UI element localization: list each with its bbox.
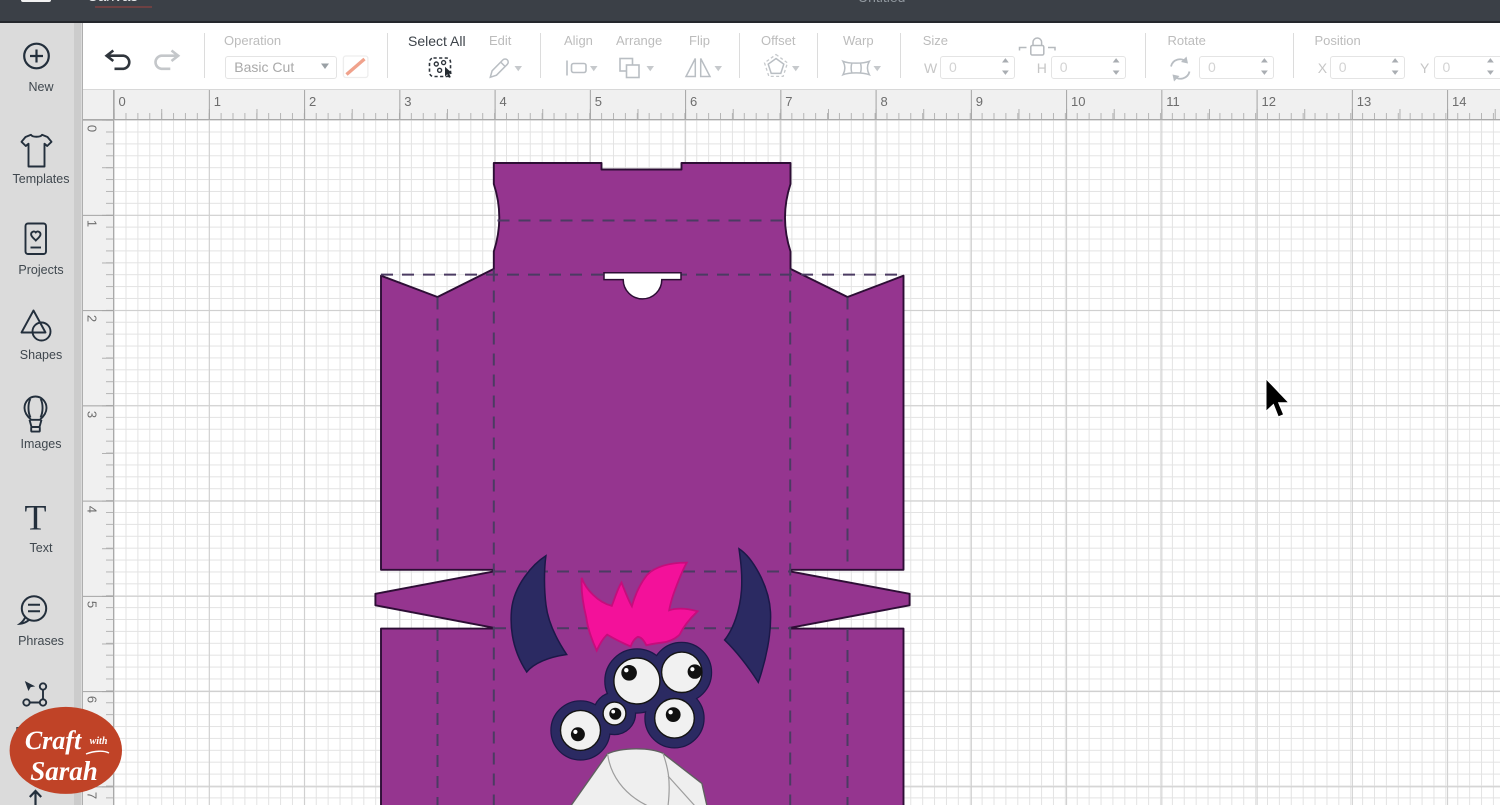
svg-text:T: T (25, 498, 47, 538)
svg-text:Craft: Craft (25, 726, 82, 755)
svg-text:with: with (90, 736, 108, 747)
svg-text:Sarah: Sarah (30, 756, 98, 786)
